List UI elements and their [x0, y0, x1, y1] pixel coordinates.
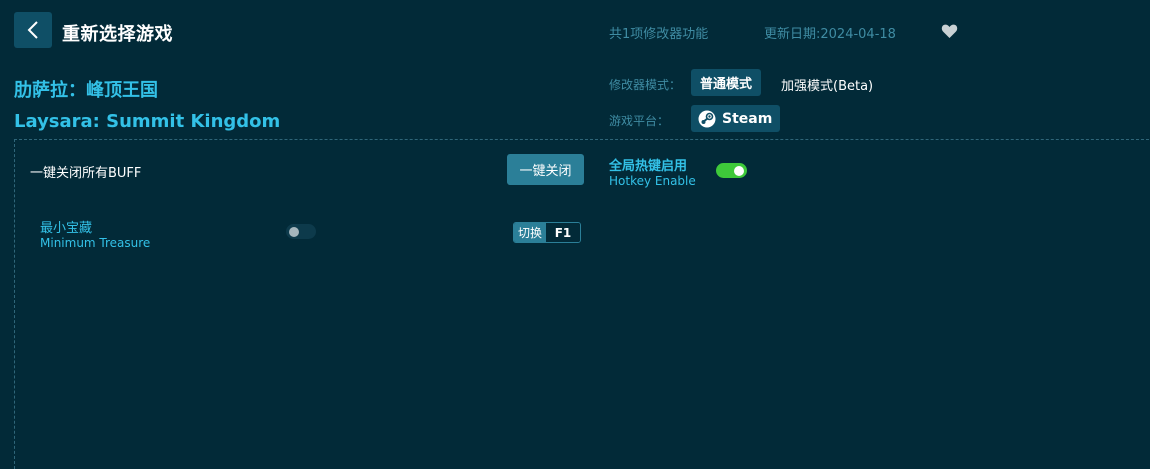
heart-icon — [941, 24, 958, 38]
feature-name-en: Minimum Treasure — [40, 236, 151, 250]
platform-label: 游戏平台： — [609, 114, 670, 128]
game-title-cn: 肋萨拉：峰顶王国 — [14, 80, 158, 101]
game-title-en: Laysara: Summit Kingdom — [14, 111, 281, 132]
favorite-button[interactable] — [941, 23, 958, 39]
hotkey-action: 切换 — [514, 223, 547, 242]
hotkey-toggle[interactable] — [716, 163, 747, 178]
update-date: 更新日期:2024-04-18 — [764, 27, 896, 42]
feature-count: 共1项修改器功能 — [609, 27, 709, 42]
close-all-button[interactable]: 一键关闭 — [507, 154, 584, 185]
toggle-knob — [289, 226, 299, 237]
platform-steam-button[interactable]: Steam — [691, 105, 781, 132]
close-all-label: 一键关闭所有BUFF — [30, 166, 142, 181]
platform-name: Steam — [722, 110, 773, 127]
hotkey-label-cn: 全局热键启用 — [609, 159, 688, 174]
hotkey-binding[interactable]: 切换 F1 — [513, 222, 582, 243]
chevron-left-icon — [27, 21, 38, 39]
toggle-knob — [734, 165, 744, 176]
mode-label: 修改器模式： — [609, 78, 682, 92]
hotkey-key: F1 — [546, 223, 581, 242]
hotkey-label-en: Hotkey Enable — [609, 174, 696, 188]
feature-name-cn: 最小宝藏 — [40, 221, 93, 236]
page-title: 重新选择游戏 — [62, 24, 173, 45]
back-button[interactable] — [14, 12, 52, 48]
mode-beta-button[interactable]: 加强模式(Beta) — [781, 75, 873, 94]
cheat-panel — [14, 139, 1150, 469]
mode-normal-button[interactable]: 普通模式 — [691, 69, 762, 96]
steam-icon — [698, 110, 716, 127]
feature-toggle[interactable] — [286, 224, 316, 239]
